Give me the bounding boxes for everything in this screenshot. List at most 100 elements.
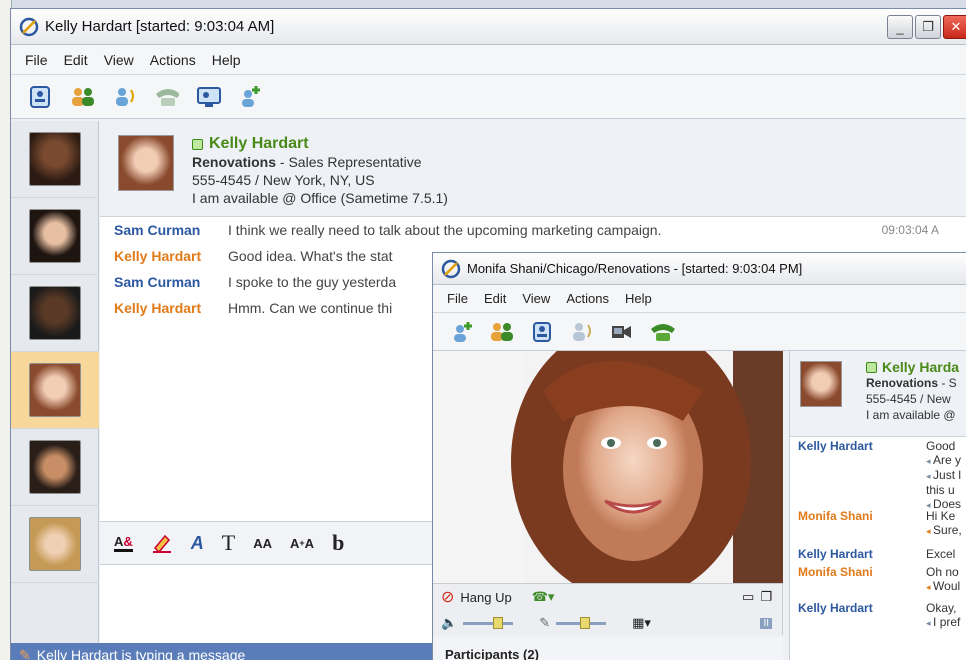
camera-dropdown-icon[interactable]: ▦▾ — [632, 615, 651, 631]
video-image — [433, 351, 783, 583]
close-button[interactable]: ✕ — [943, 15, 966, 39]
message-sender: Kelly Hardart — [798, 547, 873, 561]
contact-card-icon[interactable] — [529, 319, 555, 345]
contact-name: Kelly Hardart — [209, 135, 309, 152]
message-sender: Sam Curman — [114, 222, 201, 238]
chat-transcript: Kelly HardartGoodAre yJust lthis uDoes M… — [790, 439, 966, 635]
avatar — [29, 440, 81, 494]
menu-actions[interactable]: Actions — [558, 291, 617, 306]
video-camera-icon[interactable] — [609, 319, 635, 345]
contact-company: Renovations — [192, 154, 277, 170]
audio-call-icon[interactable] — [569, 319, 595, 345]
microphone-icon: ✎ — [539, 615, 551, 630]
pause-icon[interactable]: II — [760, 617, 772, 629]
secondary-chat-pane: Kelly Harda Renovations - S 555-4545 / N… — [789, 351, 966, 660]
menu-view[interactable]: View — [96, 52, 142, 68]
avatar — [29, 209, 81, 263]
menu-file[interactable]: File — [439, 291, 476, 306]
menu-edit[interactable]: Edit — [476, 291, 514, 306]
message-sender: Monifa Shani — [798, 509, 873, 523]
chat-message: Kelly Hardart Okay,I pref — [790, 601, 966, 635]
phone-dropdown-icon[interactable]: ☎▾ — [532, 589, 555, 605]
toolbar — [11, 75, 966, 119]
font-style-icon[interactable]: T — [222, 530, 235, 556]
bold-icon[interactable]: b — [332, 530, 344, 556]
chat-message: Sam Curman I think we really need to talk… — [100, 217, 966, 243]
audio-call-icon[interactable] — [111, 84, 137, 110]
menu-file[interactable]: File — [17, 52, 56, 68]
add-person-icon[interactable] — [449, 319, 475, 345]
minimize-button[interactable]: _ — [887, 15, 913, 39]
menu-edit[interactable]: Edit — [56, 52, 96, 68]
title-bar[interactable]: Monifa Shani/Chicago/Renovations - [star… — [433, 253, 966, 285]
pencil-icon: ✎ — [19, 646, 31, 660]
window-mode-icon[interactable]: ▭ — [742, 589, 754, 605]
message-text: I think we really need to talk about the… — [228, 222, 662, 238]
speaker-volume-slider[interactable] — [463, 616, 514, 629]
message-line: this u — [926, 483, 955, 497]
avatar-slot[interactable] — [11, 275, 99, 352]
window-title: Kelly Hardart [started: 9:03:04 AM] — [45, 18, 275, 35]
participants-header[interactable]: Participants (2) — [433, 637, 783, 660]
avatar — [29, 286, 81, 340]
window-title: Monifa Shani/Chicago/Renovations - [star… — [467, 261, 803, 276]
highlight-icon[interactable] — [151, 532, 173, 554]
message-line: Just l — [926, 468, 961, 483]
message-line: Are y — [926, 453, 961, 468]
chat-message: Monifa Shani Oh noWoul — [790, 565, 966, 601]
contact-phone-location: 555-4545 / New York, NY, US — [192, 172, 375, 188]
available-status-icon — [866, 361, 877, 373]
avatar-slot[interactable] — [11, 506, 99, 583]
phone-icon[interactable] — [649, 319, 675, 345]
desktop-strip — [0, 0, 966, 8]
contact-company-suffix: - S — [938, 376, 957, 390]
increase-font-icon[interactable]: A + A — [290, 536, 314, 551]
message-time: 09:03:04 A — [881, 223, 939, 237]
message-line: Good — [926, 439, 956, 453]
message-sender: Monifa Shani — [798, 565, 873, 579]
chat-message: Kelly Hardart Excel — [790, 547, 966, 565]
decrease-font-icon[interactable]: AA — [253, 536, 272, 551]
avatar-slot[interactable] — [11, 198, 99, 275]
avatar — [29, 363, 81, 417]
hang-up-icon[interactable]: ⊘ — [441, 587, 454, 607]
participant-avatar-list — [11, 121, 99, 660]
microphone-volume-slider[interactable] — [556, 616, 607, 629]
avatar-slot[interactable] — [11, 429, 99, 506]
restore-button[interactable]: ❐ — [915, 15, 941, 39]
contact-name: Kelly Harda — [882, 359, 960, 375]
contact-photo — [800, 361, 842, 407]
menu-actions[interactable]: Actions — [142, 52, 204, 68]
avatar-slot[interactable] — [11, 121, 99, 198]
message-line: Okay, — [926, 601, 957, 615]
phone-icon[interactable] — [153, 84, 179, 110]
avatar-slot-active[interactable] — [11, 352, 99, 429]
message-sender: Kelly Hardart — [798, 601, 873, 615]
screen-share-icon[interactable] — [195, 84, 221, 110]
message-line: Hi Ke — [926, 509, 956, 523]
group-icon[interactable] — [69, 84, 95, 110]
available-status-icon — [192, 138, 203, 150]
font-icon[interactable]: A — [191, 533, 204, 554]
menu-help[interactable]: Help — [617, 291, 660, 306]
message-line: Woul — [926, 579, 960, 594]
popout-icon[interactable]: ❐ — [760, 589, 772, 605]
add-person-icon[interactable] — [237, 84, 263, 110]
contact-photo — [118, 135, 174, 191]
message-sender: Sam Curman — [114, 274, 201, 290]
message-text: Good idea. What's the stat — [228, 248, 393, 264]
avatar — [29, 517, 81, 571]
text-color-icon[interactable]: A & — [114, 534, 133, 552]
group-icon[interactable] — [489, 319, 515, 345]
message-text: I spoke to the guy yesterda — [228, 274, 397, 290]
chat-window-monifa: Monifa Shani/Chicago/Renovations - [star… — [432, 252, 966, 660]
menu-bar: File Edit View Actions Help — [433, 285, 966, 313]
contact-role: - Sales Representative — [276, 154, 422, 170]
menu-view[interactable]: View — [514, 291, 558, 306]
hang-up-button[interactable]: Hang Up — [460, 590, 511, 605]
title-bar[interactable]: Kelly Hardart [started: 9:03:04 AM] _ ❐ … — [11, 9, 966, 45]
message-line: Excel — [926, 547, 956, 561]
menu-help[interactable]: Help — [204, 52, 249, 68]
message-line: Sure, — [926, 523, 962, 538]
contact-card-icon[interactable] — [27, 84, 53, 110]
